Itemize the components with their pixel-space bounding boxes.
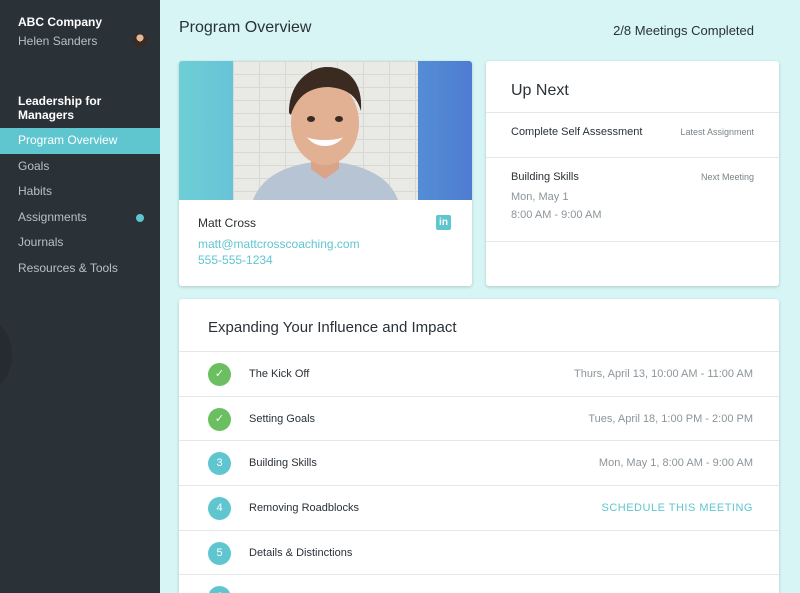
program-title: Leadership for Managers: [18, 94, 102, 122]
sidebar-item-label: Resources & Tools: [18, 260, 118, 275]
next-meeting-title[interactable]: Building Skills: [511, 171, 579, 183]
divider: [486, 157, 779, 158]
divider: [486, 241, 779, 242]
session-datetime: Mon, May 1, 8:00 AM - 9:00 AM: [598, 457, 753, 470]
sidebar-item-label: Assignments: [18, 209, 87, 224]
coach-name: Matt Cross: [198, 216, 257, 230]
meetings-progress: 2/8 Meetings Completed: [613, 23, 754, 38]
notification-dot-icon: [136, 213, 144, 222]
latest-assignment-title[interactable]: Complete Self Assessment: [511, 126, 642, 138]
divider: [486, 112, 779, 113]
sidebar-decoration: [0, 320, 12, 390]
sidebar-item-label: Habits: [18, 184, 53, 199]
session-number-badge: 4: [208, 497, 231, 521]
session-title: Details & Distinctions: [249, 546, 353, 559]
session-datetime: Tues, April 18, 1:00 PM - 2:00 PM: [588, 412, 753, 425]
sidebar-item-habits[interactable]: Habits: [0, 179, 160, 205]
sidebar: ABC Company Helen Sanders Leadership for…: [0, 0, 160, 593]
sidebar-nav: Program Overview Goals Habits Assignment…: [0, 128, 160, 282]
page-title: Program Overview: [179, 19, 312, 36]
session-number-badge: 5: [208, 541, 231, 565]
sidebar-item-label: Goals: [18, 158, 50, 173]
coach-card: Matt Cross in matt@mattcrosscoaching.com…: [179, 61, 472, 286]
schedule-meeting-button[interactable]: SCHEDULE THIS MEETING: [602, 502, 754, 514]
session-title: Setting Goals: [249, 412, 316, 425]
coach-phone-link[interactable]: 555-555-1234: [198, 253, 273, 267]
session-row[interactable]: 3 Building Skills Mon, May 1, 8:00 AM - …: [179, 440, 779, 485]
sidebar-item-assignments[interactable]: Assignments: [0, 205, 160, 231]
sidebar-item-journals[interactable]: Journals: [0, 230, 160, 256]
up-next-card: Up Next Complete Self Assessment Latest …: [486, 61, 779, 286]
linkedin-icon[interactable]: in: [436, 215, 451, 230]
sidebar-item-resources[interactable]: Resources & Tools: [0, 256, 160, 282]
program-heading: Expanding Your Influence and Impact: [208, 319, 457, 336]
latest-assignment-tag: Latest Assignment: [680, 127, 754, 137]
session-title: Removing Roadblocks: [249, 502, 360, 515]
next-meeting-tag: Next Meeting: [700, 172, 754, 182]
session-row[interactable]: 4 Removing Roadblocks SCHEDULE THIS MEET…: [179, 485, 779, 530]
next-meeting-time: 8:00 AM - 9:00 AM: [511, 209, 602, 221]
program-card: Expanding Your Influence and Impact ✓ Th…: [179, 299, 779, 593]
coach-portrait-icon: [253, 67, 398, 200]
user-name: Helen Sanders: [18, 34, 98, 48]
session-row[interactable]: 5 Details & Distinctions: [179, 529, 779, 575]
session-row[interactable]: ✓ Setting Goals Tues, April 18, 1:00 PM …: [179, 395, 779, 441]
check-icon: ✓: [208, 407, 231, 431]
session-title: The Kick Off: [249, 368, 310, 380]
session-list: ✓ The Kick Off Thurs, April 13, 10:00 AM…: [179, 351, 779, 593]
coach-photo: [179, 61, 472, 200]
session-title: Building Skills: [249, 457, 317, 470]
session-row[interactable]: ✓ The Kick Off Thurs, April 13, 10:00 AM…: [179, 351, 779, 396]
next-meeting-date: Mon, May 1: [511, 191, 569, 203]
check-icon: ✓: [208, 363, 231, 386]
sidebar-item-label: Journals: [18, 235, 64, 250]
coach-email-link[interactable]: matt@mattcrosscoaching.com: [198, 237, 360, 251]
session-row[interactable]: 6: [179, 574, 779, 593]
session-number-badge: 3: [208, 452, 231, 476]
session-number-badge: 6: [208, 586, 231, 593]
sidebar-item-goals[interactable]: Goals: [0, 154, 160, 180]
sidebar-item-label: Program Overview: [18, 133, 118, 147]
avatar[interactable]: [133, 33, 147, 47]
sidebar-item-program-overview[interactable]: Program Overview: [0, 128, 160, 154]
up-next-title: Up Next: [511, 82, 569, 99]
session-datetime: Thurs, April 13, 10:00 AM - 11:00 AM: [574, 368, 753, 380]
company-name: ABC Company: [18, 15, 103, 29]
